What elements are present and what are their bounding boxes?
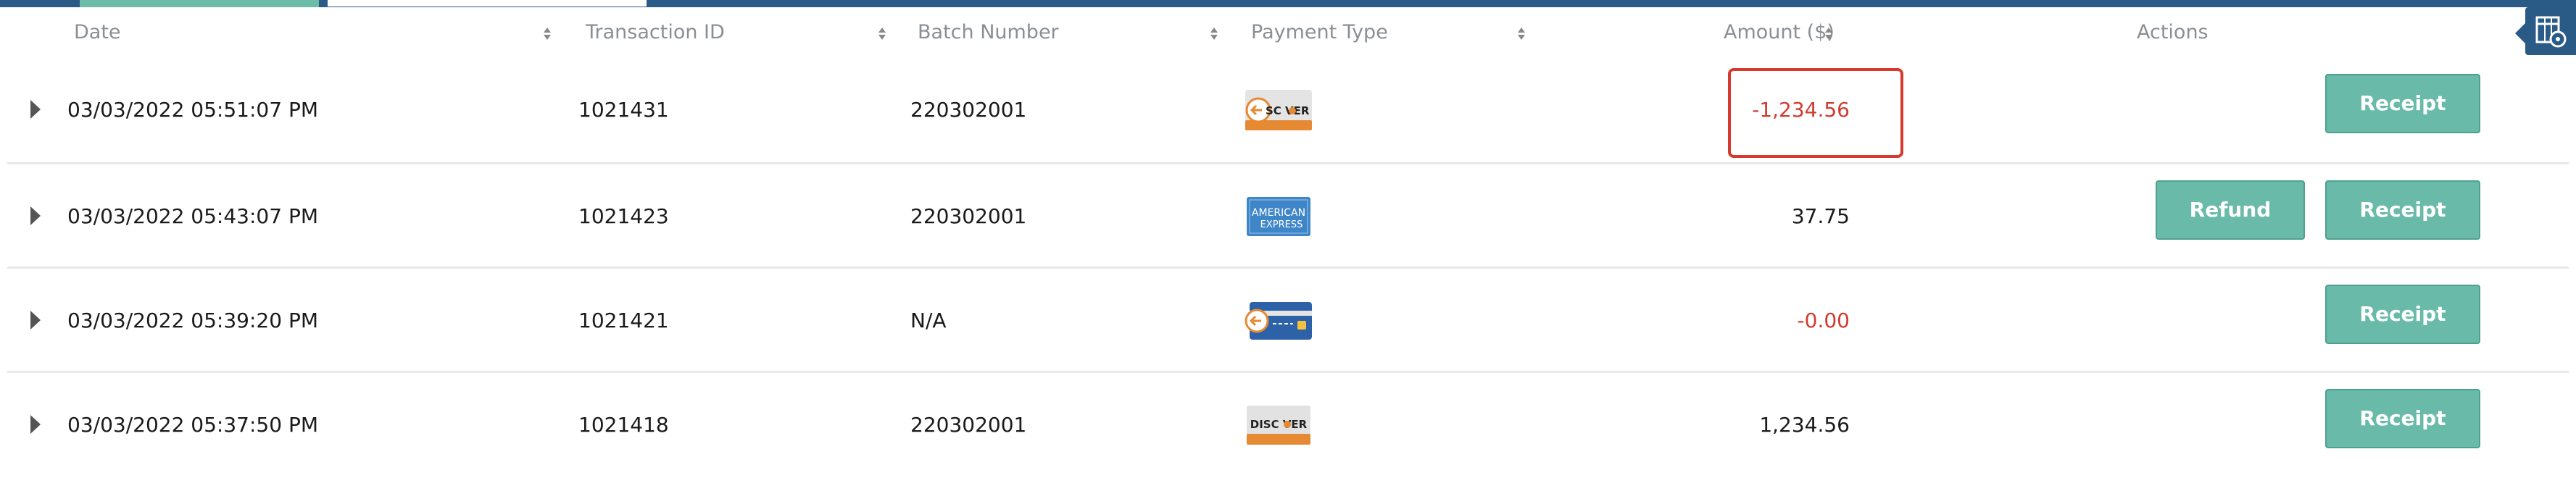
american-express-card-icon: AMERICAN EXPRESS: [1244, 195, 1313, 238]
expand-row-icon[interactable]: [30, 415, 41, 434]
table-header: Date Transaction ID Batch Number Payment…: [0, 7, 2576, 58]
cell-date: 03/03/2022 05:37:50 PM: [67, 413, 318, 437]
table-settings-icon: [2535, 16, 2567, 48]
tab-indicator-active[interactable]: [328, 0, 647, 7]
cell-batch-number: 220302001: [910, 98, 1027, 122]
top-tab-strip: [0, 0, 2576, 7]
svg-text:AMERICAN: AMERICAN: [1252, 207, 1305, 219]
cell-date: 03/03/2022 05:51:07 PM: [67, 98, 318, 122]
cell-date: 03/03/2022 05:43:07 PM: [67, 204, 318, 228]
header-actions: Actions: [2137, 21, 2209, 43]
receipt-button[interactable]: Receipt: [2325, 74, 2480, 133]
cell-batch-number: 220302001: [910, 204, 1027, 228]
cell-transaction-id: 1021418: [578, 413, 669, 437]
header-date[interactable]: Date: [74, 7, 121, 58]
sort-icon[interactable]: [1825, 28, 1832, 41]
generic-card-icon: [1244, 299, 1313, 343]
header-amount[interactable]: Amount ($): [1724, 7, 1835, 58]
svg-text:DISC VER: DISC VER: [1250, 418, 1308, 431]
sort-icon[interactable]: [878, 28, 886, 41]
sort-icon[interactable]: [1518, 28, 1525, 41]
receipt-button[interactable]: Receipt: [2325, 180, 2480, 240]
cell-batch-number: N/A: [910, 309, 947, 332]
table-row[interactable]: 03/03/2022 05:39:20 PM 1021421 N/A -0.00…: [7, 267, 2569, 371]
amount-highlight-box: [1728, 68, 1903, 158]
cell-batch-number: 220302001: [910, 413, 1027, 437]
expand-row-icon[interactable]: [30, 206, 41, 225]
expand-row-icon[interactable]: [30, 100, 41, 119]
expand-row-icon[interactable]: [30, 311, 41, 330]
header-batch-number[interactable]: Batch Number: [918, 7, 1059, 58]
receipt-button[interactable]: Receipt: [2325, 285, 2480, 344]
discover-card-icon: DISC VER: [1244, 403, 1313, 447]
header-payment-type[interactable]: Payment Type: [1251, 7, 1388, 58]
column-settings-button[interactable]: [2515, 7, 2576, 55]
refund-button[interactable]: Refund: [2156, 180, 2305, 240]
table-row[interactable]: 03/03/2022 05:51:07 PM 1021431 220302001…: [7, 58, 2569, 162]
sort-icon[interactable]: [544, 28, 551, 41]
sort-icon[interactable]: [1210, 28, 1218, 41]
table-row[interactable]: 03/03/2022 05:37:50 PM 1021418 220302001…: [7, 371, 2569, 475]
cell-transaction-id: 1021421: [578, 309, 669, 332]
cell-amount: 37.75: [1791, 204, 1850, 228]
column-settings-notch: [2515, 23, 2525, 43]
cell-transaction-id: 1021423: [578, 204, 669, 228]
receipt-button[interactable]: Receipt: [2325, 389, 2480, 448]
cell-amount: -0.00: [1797, 309, 1850, 332]
svg-text:EXPRESS: EXPRESS: [1260, 219, 1303, 230]
tab-indicator[interactable]: [80, 0, 319, 7]
cell-amount: 1,234.56: [1759, 413, 1850, 437]
discover-card-icon: SC VER: [1244, 88, 1313, 132]
svg-text:SC VER: SC VER: [1266, 104, 1310, 117]
table-row[interactable]: 03/03/2022 05:43:07 PM 1021423 220302001…: [7, 162, 2569, 267]
cell-date: 03/03/2022 05:39:20 PM: [67, 309, 318, 332]
header-transaction-id[interactable]: Transaction ID: [586, 7, 725, 58]
cell-transaction-id: 1021431: [578, 98, 669, 122]
